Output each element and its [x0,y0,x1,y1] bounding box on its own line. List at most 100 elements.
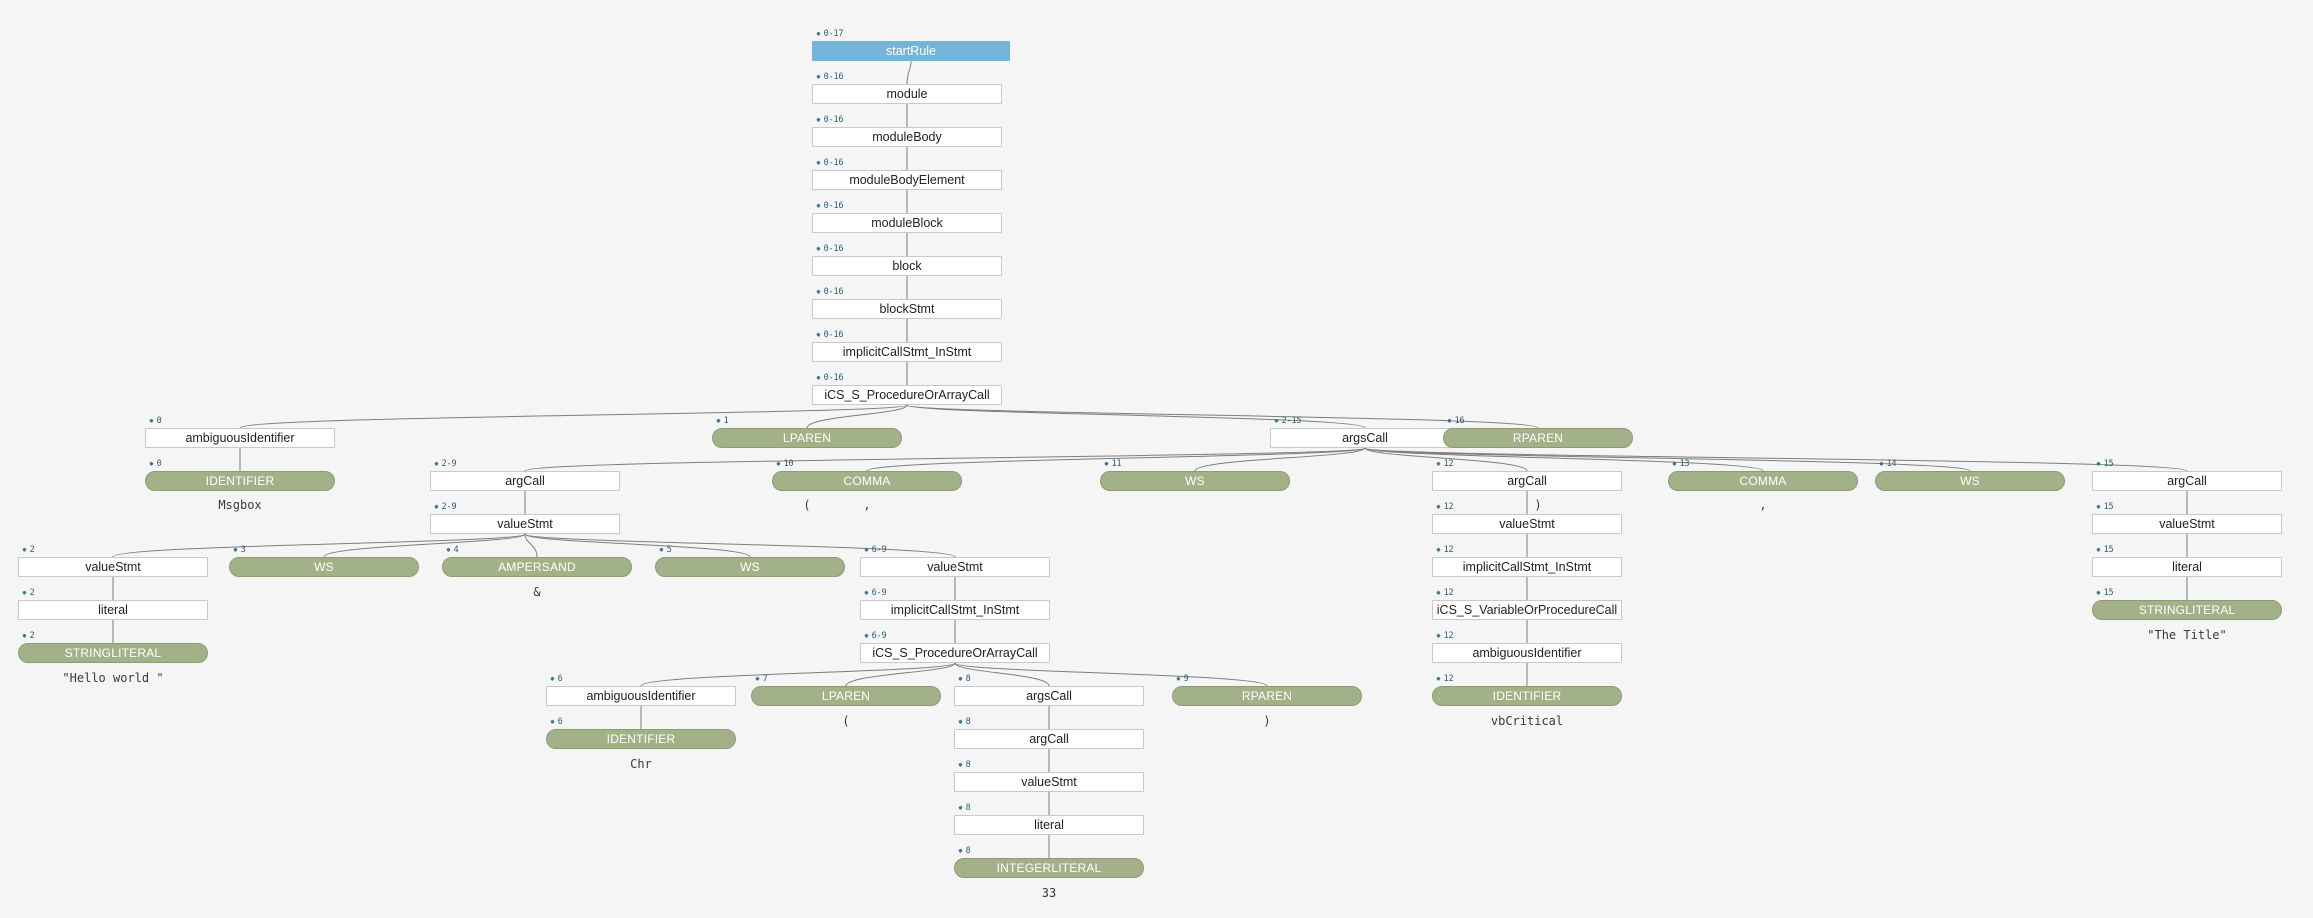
asterisk-icon: ✸ [149,416,154,425]
node-index-value: 8 [965,803,971,813]
rule-node-ics-s-procedureorarraycall[interactable]: iCS_S_ProcedureOrArrayCall [812,385,1002,405]
asterisk-icon: ✸ [1672,459,1677,468]
rule-node-ambiguousidentifier[interactable]: ambiguousIdentifier [145,428,335,448]
asterisk-icon: ✸ [22,631,27,640]
token-node-rparen[interactable]: RPAREN [1443,428,1633,448]
node-index-value: 0 [156,459,162,469]
rule-node-moduleblock[interactable]: moduleBlock [812,213,1002,233]
leaf-token-text: "The Title" [2147,628,2227,642]
rule-node-modulebodyelement[interactable]: moduleBodyElement [812,170,1002,190]
rule-node-implicitcallstmt-instmt[interactable]: implicitCallStmt_InStmt [812,342,1002,362]
node-index-value: 7 [762,674,768,684]
asterisk-icon: ✸ [958,803,963,812]
rule-node-valuestmt[interactable]: valueStmt [954,772,1144,792]
leaf-token-text: Chr [630,757,652,771]
rule-node-argcall[interactable]: argCall [954,729,1144,749]
rule-node-implicitcallstmt-instmt[interactable]: implicitCallStmt_InStmt [1432,557,1622,577]
token-node-rparen[interactable]: RPAREN [1172,686,1362,706]
rule-node-valuestmt[interactable]: valueStmt [430,514,620,534]
asterisk-icon: ✸ [233,545,238,554]
rule-node-modulebody[interactable]: moduleBody [812,127,1002,147]
token-node-identifier[interactable]: IDENTIFIER [546,729,736,749]
token-node-ws[interactable]: WS [655,557,845,577]
node-index-value: 0-16 [823,158,844,168]
rule-node-argscall[interactable]: argsCall [1270,428,1460,448]
node-index-value: 9 [1183,674,1189,684]
node-index-value: 0-16 [823,244,844,254]
rule-node-block[interactable]: block [812,256,1002,276]
rule-node-implicitcallstmt-instmt[interactable]: implicitCallStmt_InStmt [860,600,1050,620]
leaf-token-text: ( [842,714,850,728]
node-index-label: ✸ 0-16 [816,244,843,254]
rule-node-ambiguousidentifier[interactable]: ambiguousIdentifier [546,686,736,706]
node-index-value: 0-16 [823,115,844,125]
node-index-value: 11 [1111,459,1122,469]
node-index-value: 0-16 [823,72,844,82]
token-node-identifier[interactable]: IDENTIFIER [1432,686,1622,706]
node-index-label: ✸ 12 [1436,459,1454,469]
rule-node-argcall[interactable]: argCall [1432,471,1622,491]
node-index-label: ✸ 6 [550,674,563,684]
node-index-label: ✸ 2 [22,545,35,555]
asterisk-icon: ✸ [816,373,821,382]
tree-edge [640,662,956,687]
rule-node-valuestmt[interactable]: valueStmt [2092,514,2282,534]
asterisk-icon: ✸ [550,674,555,683]
asterisk-icon: ✸ [1436,459,1441,468]
node-index-label: ✸ 8 [958,803,971,813]
rule-node-blockstmt[interactable]: blockStmt [812,299,1002,319]
rule-node-startrule[interactable]: startRule [812,41,1010,61]
rule-node-valuestmt[interactable]: valueStmt [18,557,208,577]
node-index-value: 1 [723,416,729,426]
rule-node-ics-s-variableorprocedurecall[interactable]: iCS_S_VariableOrProcedureCall [1432,600,1622,620]
asterisk-icon: ✸ [2096,545,2101,554]
node-index-label: ✸ 6-9 [864,631,887,641]
rule-node-argscall[interactable]: argsCall [954,686,1144,706]
node-index-value: 15 [2103,459,2114,469]
asterisk-icon: ✸ [659,545,664,554]
asterisk-icon: ✸ [2096,502,2101,511]
rule-node-argcall[interactable]: argCall [430,471,620,491]
tree-edges [112,60,2188,858]
node-index-label: ✸ 12 [1436,502,1454,512]
asterisk-icon: ✸ [816,158,821,167]
token-node-identifier[interactable]: IDENTIFIER [145,471,335,491]
rule-node-ics-s-procedureorarraycall[interactable]: iCS_S_ProcedureOrArrayCall [860,643,1050,663]
node-index-label: ✸ 0-16 [816,201,843,211]
rule-node-valuestmt[interactable]: valueStmt [1432,514,1622,534]
token-node-ws[interactable]: WS [1100,471,1290,491]
node-index-label: ✸ 0-16 [816,373,843,383]
rule-node-valuestmt[interactable]: valueStmt [860,557,1050,577]
token-node-stringliteral[interactable]: STRINGLITERAL [18,643,208,663]
asterisk-icon: ✸ [958,846,963,855]
token-node-comma[interactable]: COMMA [1668,471,1858,491]
token-node-ws[interactable]: WS [229,557,419,577]
asterisk-icon: ✸ [1436,545,1441,554]
rule-node-literal[interactable]: literal [2092,557,2282,577]
node-index-value: 15 [2103,502,2114,512]
rule-node-module[interactable]: module [812,84,1002,104]
node-index-label: ✸ 6 [550,717,563,727]
node-index-value: 0-16 [823,373,844,383]
node-index-value: 12 [1443,459,1454,469]
token-node-lparen[interactable]: LPAREN [751,686,941,706]
token-node-ws[interactable]: WS [1875,471,2065,491]
node-index-value: 6-9 [871,588,887,598]
parse-tree-canvas[interactable]: startRule ✸ 0-17 module ✸ 0-16 moduleBody ✸ 0-16… [0,0,2313,918]
node-index-label: ✸ 0-16 [816,158,843,168]
token-node-stringliteral[interactable]: STRINGLITERAL [2092,600,2282,620]
asterisk-icon: ✸ [755,674,760,683]
token-node-integerliteral[interactable]: INTEGERLITERAL [954,858,1144,878]
rule-node-literal[interactable]: literal [18,600,208,620]
asterisk-icon: ✸ [434,459,439,468]
token-node-lparen[interactable]: LPAREN [712,428,902,448]
rule-node-literal[interactable]: literal [954,815,1144,835]
node-index-value: 15 [2103,588,2114,598]
tree-edge [239,404,908,429]
rule-node-argcall[interactable]: argCall [2092,471,2282,491]
token-node-ampersand[interactable]: AMPERSAND [442,557,632,577]
asterisk-icon: ✸ [958,760,963,769]
node-index-label: ✸ 8 [958,717,971,727]
rule-node-ambiguousidentifier[interactable]: ambiguousIdentifier [1432,643,1622,663]
token-node-comma[interactable]: COMMA [772,471,962,491]
